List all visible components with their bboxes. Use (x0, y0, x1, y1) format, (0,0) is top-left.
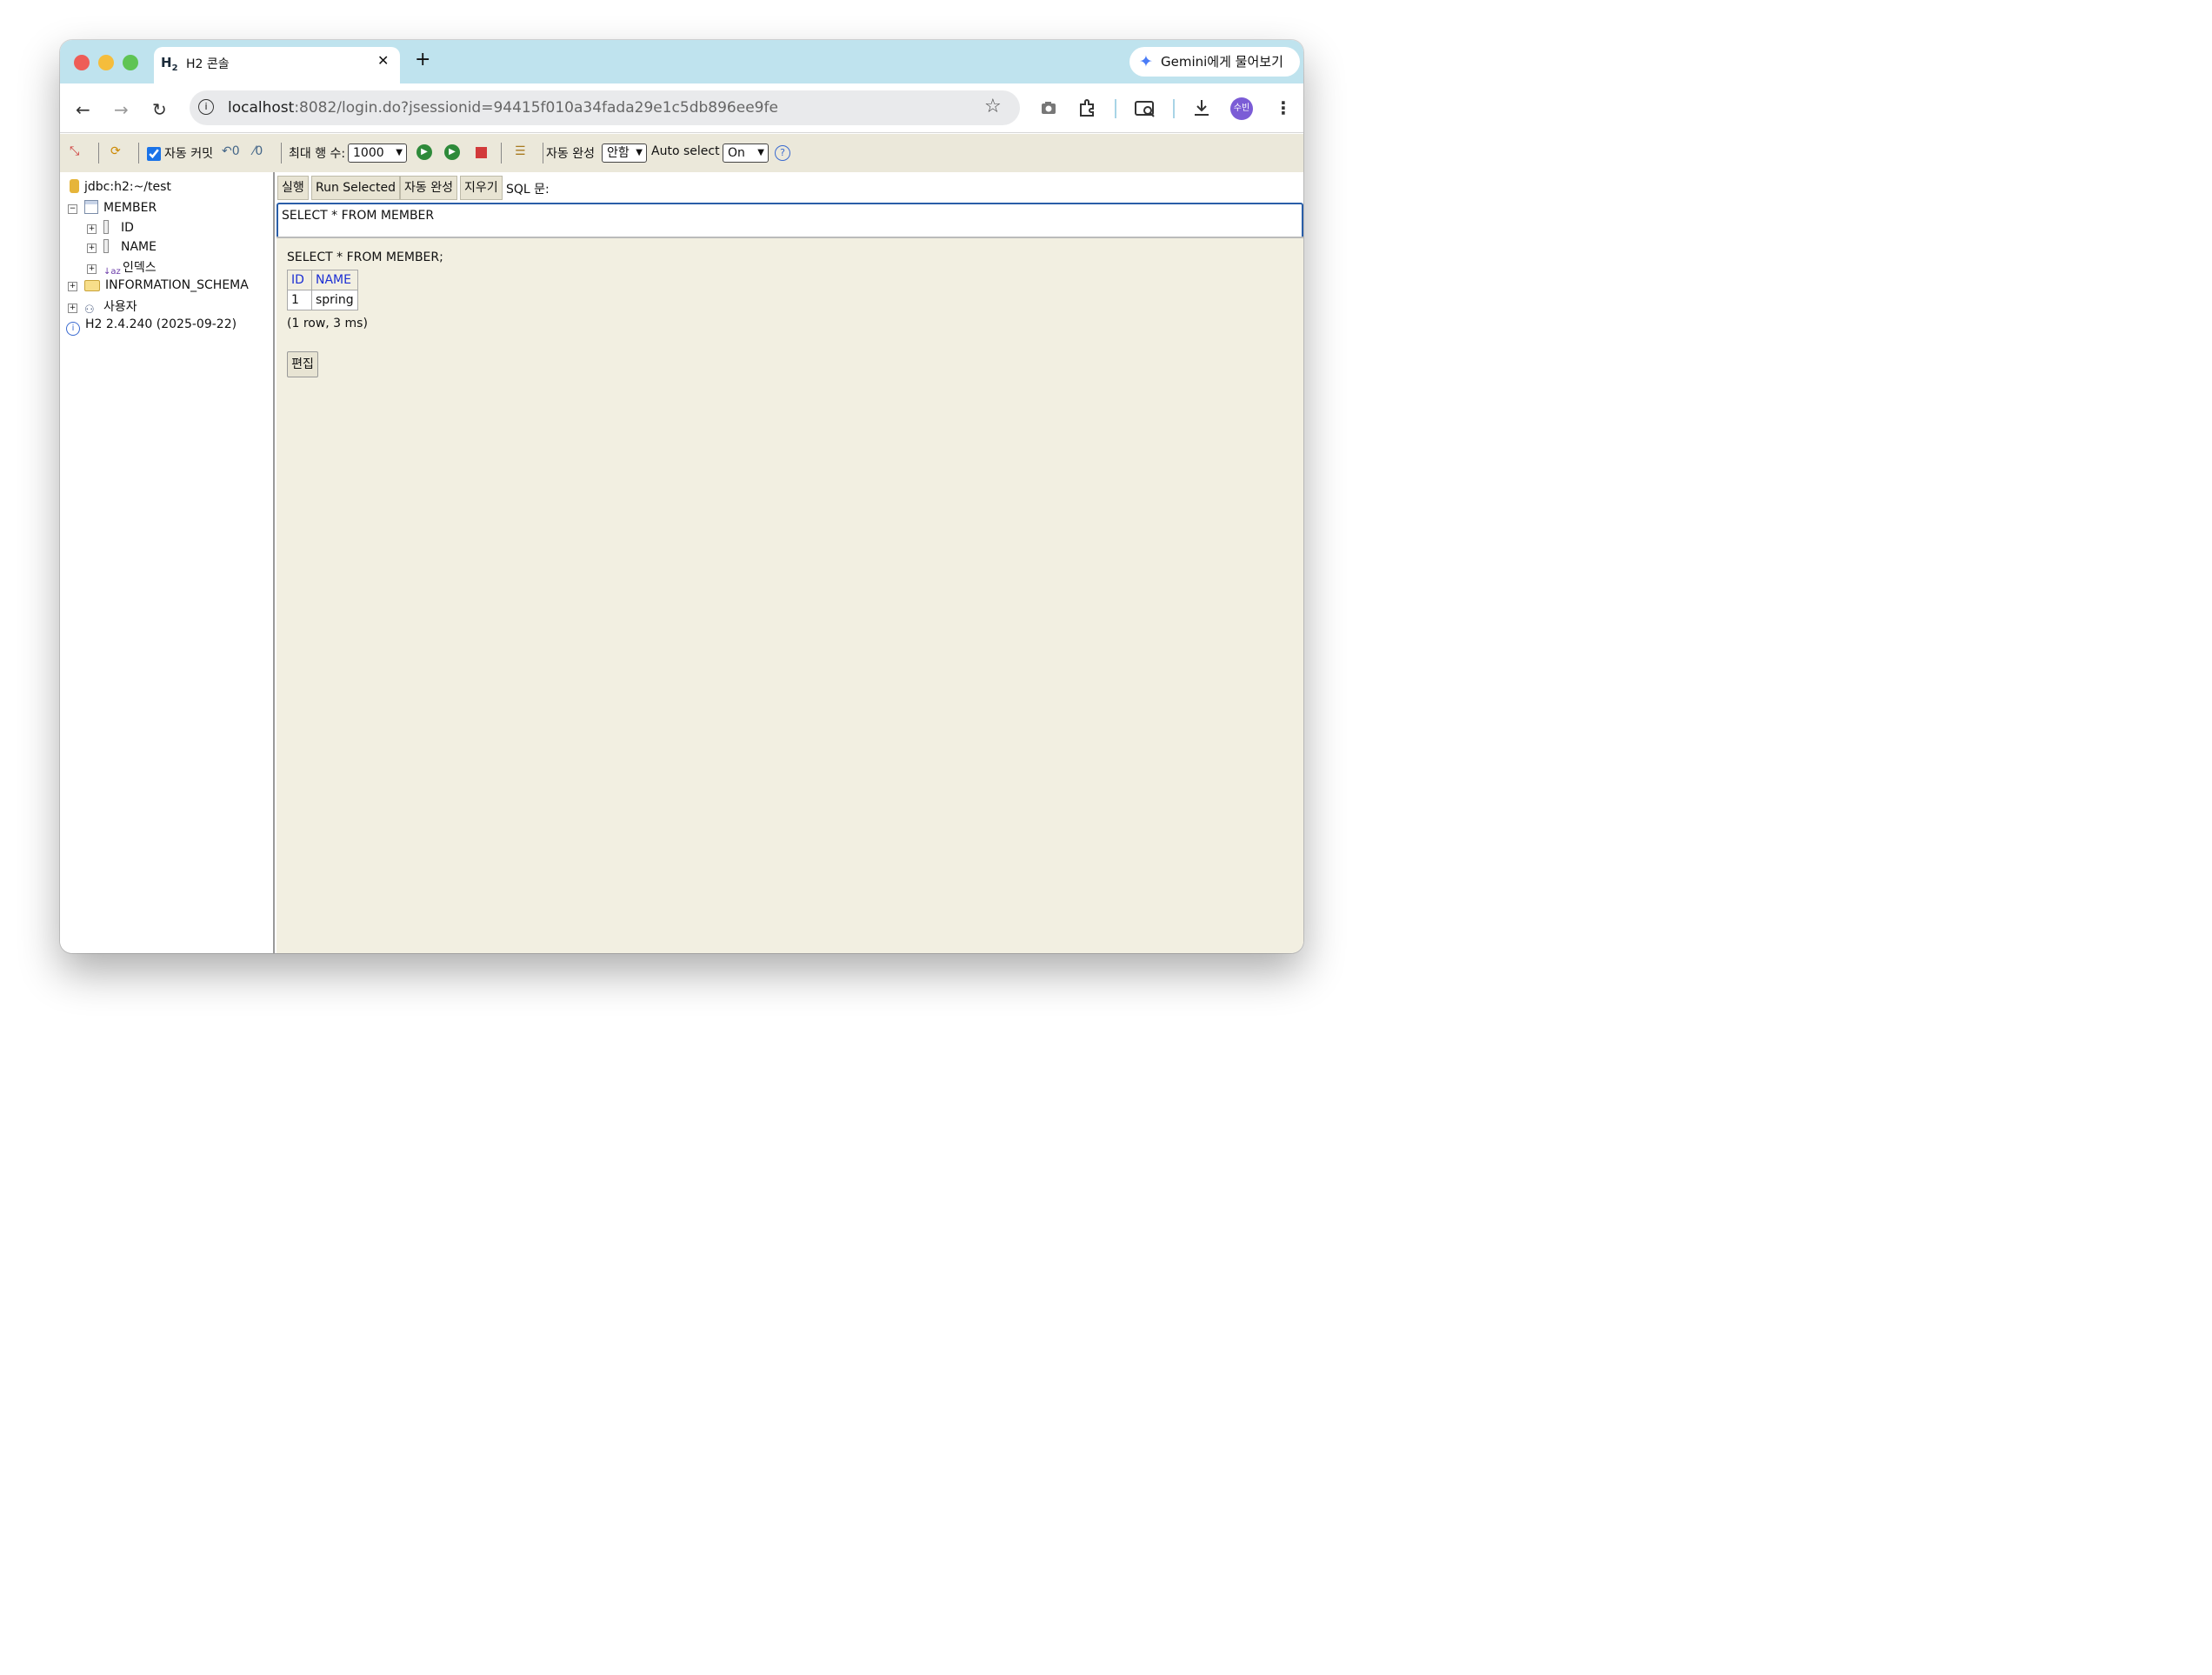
close-tab-icon[interactable]: ✕ (377, 52, 389, 69)
rollback-icon[interactable]: ↶0 (222, 144, 240, 158)
expand-icon[interactable]: + (87, 224, 97, 234)
database-icon (70, 179, 79, 193)
folder-icon (84, 280, 100, 291)
tab-title: H2 콘솔 (186, 57, 230, 71)
cell-name: spring (311, 290, 358, 310)
result-pane: SELECT * FROM MEMBER; ID NAME 1 spring (… (276, 237, 1303, 953)
extensions-puzzle-icon[interactable] (1078, 98, 1097, 117)
autoselect-label: Auto select (651, 144, 720, 158)
autocommit-checkbox[interactable] (147, 147, 161, 161)
refresh-icon[interactable]: ⟳ (110, 144, 121, 158)
users-icon: ⚇ (84, 304, 95, 317)
history-icon[interactable]: ☰ (515, 144, 526, 158)
site-info-icon[interactable]: i (198, 99, 214, 115)
navigation-bar: ← → ↻ i localhost:8082/login.do?jsession… (60, 83, 1303, 133)
h2-favicon-icon: H2 (161, 55, 178, 73)
minimize-window-button[interactable] (98, 55, 114, 70)
tab-search-icon[interactable] (1135, 99, 1156, 118)
expand-icon[interactable]: + (87, 264, 97, 274)
result-table: ID NAME 1 spring (287, 270, 358, 310)
result-summary: (1 row, 3 ms) (287, 317, 368, 330)
column-header-name[interactable]: NAME (311, 270, 358, 290)
disconnect-icon[interactable]: ⤡ (70, 144, 79, 158)
info-icon: i (66, 322, 80, 336)
connection-node[interactable]: jdbc:h2:~/test (70, 179, 171, 194)
gemini-sparkle-icon: ✦ (1139, 52, 1153, 71)
autocomplete-select[interactable]: 안함 ▼ (602, 143, 647, 163)
column-header-id[interactable]: ID (287, 270, 312, 290)
max-rows-select[interactable]: 1000 ▼ (348, 143, 407, 163)
users-node[interactable]: + ⚇ 사용자 (68, 297, 137, 317)
toolbar-divider (281, 143, 282, 163)
zoom-window-button[interactable] (123, 55, 138, 70)
reload-icon[interactable]: ↻ (152, 99, 167, 120)
url-text[interactable]: localhost:8082/login.do?jsessionid=94415… (228, 90, 778, 125)
forward-arrow-icon[interactable]: → (114, 99, 129, 120)
autocomplete-button[interactable]: 자동 완성 (400, 176, 457, 200)
clear-button[interactable]: 지우기 (460, 176, 503, 200)
profile-avatar[interactable]: 수빈 (1230, 97, 1253, 120)
close-window-button[interactable] (74, 55, 90, 70)
h2-toolbar: ⤡ ⟳ 자동 커밋 ↶0 ⁄0 최대 행 수: 1000 ▼ ▶ ▶ ☰ 자동 완… (60, 134, 1303, 172)
run-button[interactable]: 실행 (277, 176, 309, 200)
object-tree: jdbc:h2:~/test − MEMBER + ID + NAME + ↓az 인덱스… (60, 172, 275, 953)
help-icon[interactable]: ? (775, 145, 790, 161)
column-node-id[interactable]: + ID (87, 220, 134, 235)
table-node-member[interactable]: − MEMBER (68, 200, 157, 215)
table-icon (84, 200, 98, 214)
toolbar-separator (1115, 99, 1116, 118)
expand-icon[interactable]: + (87, 244, 97, 253)
column-icon (103, 220, 109, 234)
commit-icon[interactable]: ⁄0 (253, 144, 263, 158)
gemini-label: Gemini에게 물어보기 (1161, 54, 1283, 70)
sql-statement-label: SQL 문: (506, 183, 550, 197)
run-selected-button[interactable]: Run Selected (311, 176, 400, 200)
version-node: i H2 2.4.240 (2025-09-22) (66, 317, 237, 336)
camera-icon[interactable] (1040, 99, 1057, 117)
gemini-button[interactable]: ✦ Gemini에게 물어보기 (1129, 47, 1300, 77)
expand-icon[interactable]: + (68, 304, 77, 313)
column-icon (103, 239, 109, 253)
bookmark-star-icon[interactable]: ☆ (984, 96, 1002, 117)
toolbar-separator (1173, 99, 1175, 118)
tab-h2-console[interactable]: H2 H2 콘솔 ✕ (154, 47, 400, 85)
back-arrow-icon[interactable]: ← (76, 99, 90, 120)
edit-button[interactable]: 편집 (287, 351, 318, 377)
address-bar[interactable]: i localhost:8082/login.do?jsessionid=944… (190, 90, 1020, 125)
new-tab-button[interactable]: + (415, 49, 430, 70)
toolbar-divider (98, 143, 99, 163)
run-selected-icon[interactable]: ▶ (444, 144, 460, 160)
toolbar-divider (138, 143, 139, 163)
autocommit-label: 자동 커밋 (164, 147, 213, 161)
expand-icon[interactable]: + (68, 282, 77, 291)
more-menu-icon[interactable]: ⋮ (1275, 97, 1292, 118)
tab-strip: H2 H2 콘솔 ✕ + ✦ Gemini에게 물어보기 (60, 40, 1303, 85)
column-node-name[interactable]: + NAME (87, 239, 157, 254)
toolbar-divider (501, 143, 502, 163)
result-query: SELECT * FROM MEMBER; (287, 250, 443, 264)
run-icon[interactable]: ▶ (416, 144, 432, 160)
autoselect-select[interactable]: On ▼ (723, 143, 769, 163)
stop-icon[interactable] (476, 147, 487, 158)
table-row: 1 spring (287, 290, 358, 310)
max-rows-label: 최대 행 수: (289, 147, 346, 161)
cell-id: 1 (287, 290, 312, 310)
collapse-icon[interactable]: − (68, 204, 77, 214)
schema-node[interactable]: + INFORMATION_SCHEMA (68, 278, 249, 292)
autocomplete-label: 자동 완성 (546, 147, 595, 161)
download-icon[interactable] (1192, 98, 1211, 117)
browser-window: H2 H2 콘솔 ✕ + ✦ Gemini에게 물어보기 ← → ↻ i loc… (60, 40, 1303, 953)
